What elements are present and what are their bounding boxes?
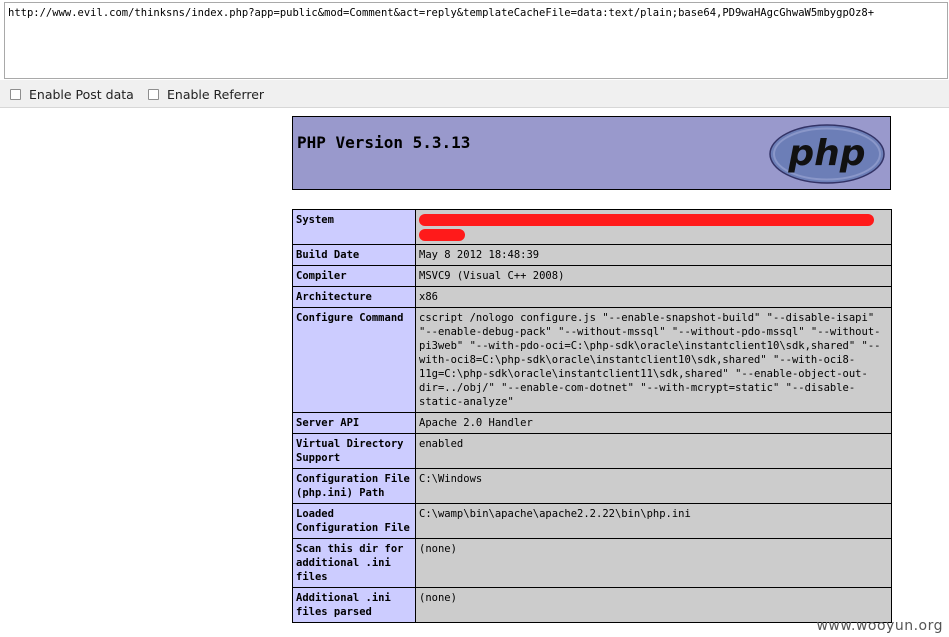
row-key: Build Date [292, 244, 416, 266]
row-key: Compiler [292, 265, 416, 287]
row-key: Server API [292, 412, 416, 434]
table-row: Scan this dir for additional .ini files … [292, 538, 892, 588]
watermark: www.wooyun.org [816, 618, 943, 634]
enable-post-data-option[interactable]: Enable Post data [10, 87, 134, 102]
phpinfo-page: PHP Version 5.3.13 php System Build Date… [0, 108, 949, 637]
table-row: Additional .ini files parsed (none) [292, 587, 892, 623]
row-key: Virtual Directory Support [292, 433, 416, 469]
row-key: System [292, 209, 416, 245]
row-value: Apache 2.0 Handler [415, 412, 892, 434]
phpinfo-table: System Build Date May 8 2012 18:48:39 Co… [292, 209, 892, 623]
row-value: MSVC9 (Visual C++ 2008) [415, 265, 892, 287]
php-logo-icon: php [769, 124, 885, 184]
row-value-redacted [415, 209, 892, 245]
table-row: Architecture x86 [292, 286, 892, 308]
row-key: Loaded Configuration File [292, 503, 416, 539]
table-row: Virtual Directory Support enabled [292, 433, 892, 469]
enable-referrer-option[interactable]: Enable Referrer [148, 87, 264, 102]
phpinfo-header: PHP Version 5.3.13 php [292, 116, 891, 190]
table-row: Configure Command cscript /nologo config… [292, 307, 892, 413]
row-key: Configure Command [292, 307, 416, 413]
row-value: C:\Windows [415, 468, 892, 504]
table-row: System [292, 209, 892, 245]
row-value: x86 [415, 286, 892, 308]
enable-post-data-label: Enable Post data [29, 87, 134, 102]
url-textarea[interactable]: http://www.evil.com/thinksns/index.php?a… [4, 2, 948, 79]
row-value: cscript /nologo configure.js "--enable-s… [415, 307, 892, 413]
enable-referrer-label: Enable Referrer [167, 87, 265, 102]
table-row: Server API Apache 2.0 Handler [292, 412, 892, 434]
enable-referrer-checkbox[interactable] [148, 89, 159, 100]
table-row: Loaded Configuration File C:\wamp\bin\ap… [292, 503, 892, 539]
row-value: enabled [415, 433, 892, 469]
row-value: (none) [415, 538, 892, 588]
table-row: Build Date May 8 2012 18:48:39 [292, 244, 892, 266]
row-key: Configuration File (php.ini) Path [292, 468, 416, 504]
row-key: Scan this dir for additional .ini files [292, 538, 416, 588]
table-row: Configuration File (php.ini) Path C:\Win… [292, 468, 892, 504]
row-key: Architecture [292, 286, 416, 308]
php-version-title: PHP Version 5.3.13 [297, 133, 471, 152]
table-row: Compiler MSVC9 (Visual C++ 2008) [292, 265, 892, 287]
row-value: C:\wamp\bin\apache\apache2.2.22\bin\php.… [415, 503, 892, 539]
url-text: http://www.evil.com/thinksns/index.php?a… [8, 7, 875, 19]
row-key: Additional .ini files parsed [292, 587, 416, 623]
enable-post-data-checkbox[interactable] [10, 89, 21, 100]
php-logo-text: php [787, 133, 865, 174]
redaction-mark [419, 213, 888, 241]
hackbar-options-bar: Enable Post data Enable Referrer [0, 80, 949, 108]
row-value: May 8 2012 18:48:39 [415, 244, 892, 266]
